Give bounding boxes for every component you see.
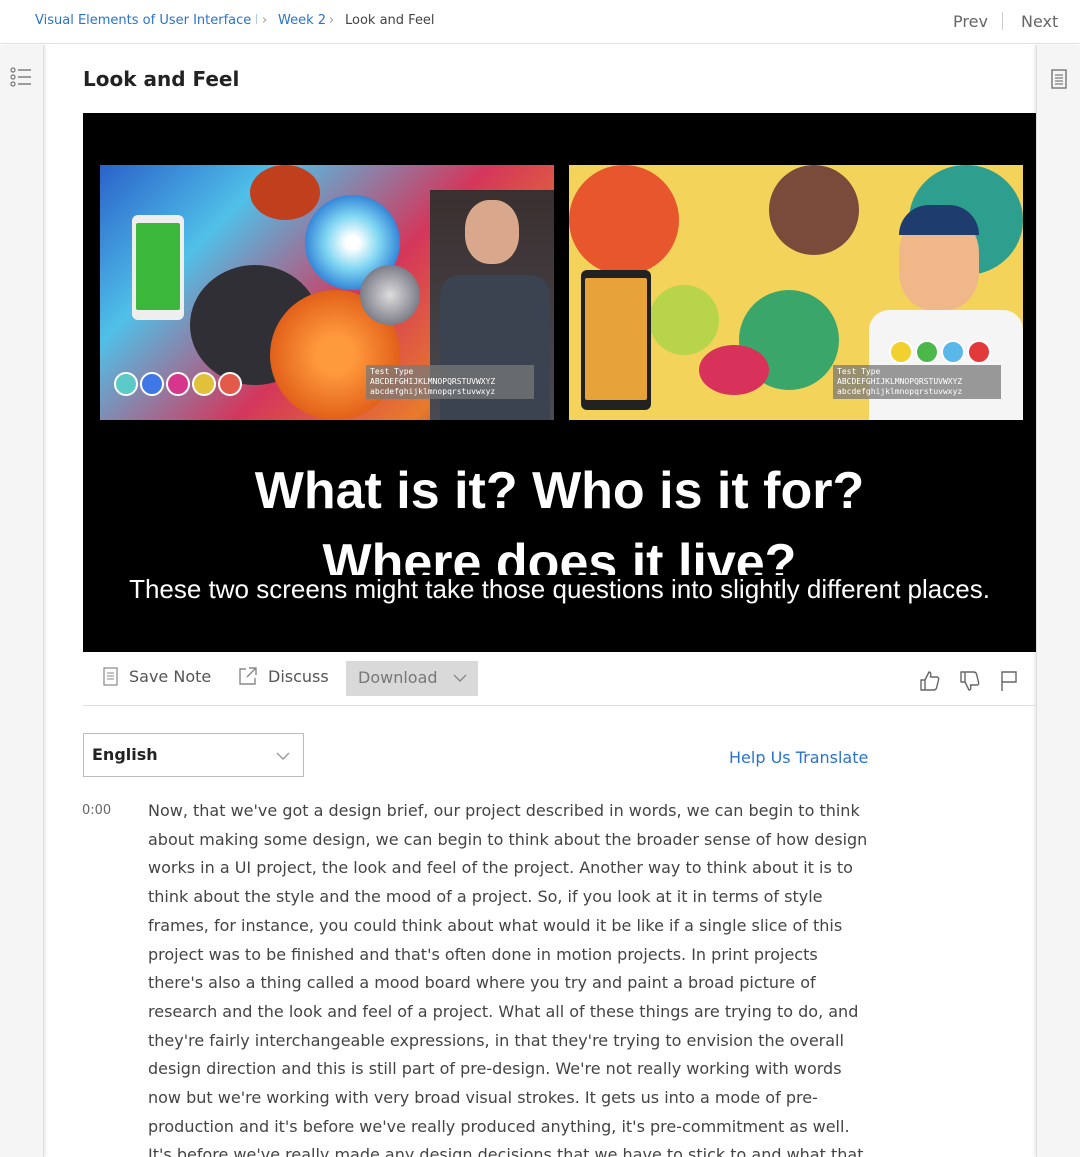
page-title: Look and Feel xyxy=(83,67,240,91)
chevron-right-icon: › xyxy=(329,13,335,28)
swatch xyxy=(218,372,242,396)
phone-screen xyxy=(136,223,180,310)
discuss-label: Discuss xyxy=(268,666,329,686)
swatch xyxy=(140,372,164,396)
transcript-text[interactable]: Now, that we've got a design brief, our … xyxy=(148,797,868,1157)
language-selected: English xyxy=(92,745,158,764)
video-overlay-text: Where does it live? xyxy=(322,534,797,575)
presenter-head xyxy=(465,200,519,264)
breadcrumb-course-link[interactable]: Visual Elements of User Interface De xyxy=(35,13,257,28)
swatch xyxy=(889,340,913,364)
transcript-timestamp[interactable]: 0:00 xyxy=(82,803,111,818)
type-card-line: Test Type xyxy=(837,367,881,376)
language-select[interactable]: English xyxy=(83,733,304,777)
phone-illustration xyxy=(581,270,651,410)
swatch xyxy=(967,340,991,364)
decorative-blob xyxy=(250,165,320,220)
character-hair xyxy=(899,205,979,235)
left-sidebar xyxy=(0,45,44,1157)
discuss-button[interactable]: Discuss xyxy=(238,666,329,686)
swatch xyxy=(941,340,965,364)
external-link-icon xyxy=(239,667,257,685)
note-icon xyxy=(103,667,118,686)
video-overlay-text: What is it? Who is it for? xyxy=(254,462,865,520)
phone-illustration xyxy=(132,215,184,320)
notes-icon[interactable] xyxy=(1051,69,1067,89)
decorative-blob xyxy=(649,285,719,355)
decorative-blob xyxy=(769,165,859,255)
lecture-toolbar: Save Note Discuss Download xyxy=(83,652,1036,706)
style-frame-image-right: Test Type ABCDEFGHIJKLMNOPQRSTUVWXYZ abc… xyxy=(569,165,1023,420)
help-us-translate-link[interactable]: Help Us Translate xyxy=(729,748,868,767)
chevron-down-icon xyxy=(453,674,467,682)
type-card-line: abcdefghijklmnopqrstuvwxyz xyxy=(837,387,963,396)
video-caption: These two screens might take those quest… xyxy=(129,574,990,604)
decorative-blob xyxy=(569,165,679,275)
table-of-contents-icon[interactable] xyxy=(10,67,32,87)
swatch xyxy=(114,372,138,396)
thumbs-up-icon[interactable] xyxy=(919,670,941,692)
chevron-down-icon xyxy=(276,752,290,760)
type-specimen-card: Test Type ABCDEFGHIJKLMNOPQRSTUVWXYZ abc… xyxy=(366,365,534,399)
type-specimen-card: Test Type ABCDEFGHIJKLMNOPQRSTUVWXYZ abc… xyxy=(833,365,1001,399)
top-bar: Visual Elements of User Interface De › W… xyxy=(0,0,1080,44)
swatch xyxy=(192,372,216,396)
save-note-label: Save Note xyxy=(129,666,212,686)
type-card-line: abcdefghijklmnopqrstuvwxyz xyxy=(370,387,496,396)
color-swatches-left xyxy=(114,372,242,396)
decorative-blob xyxy=(699,345,769,395)
phone-screen xyxy=(585,278,647,400)
decorative-blob xyxy=(360,265,420,325)
chevron-right-icon: › xyxy=(262,13,268,28)
video-player[interactable]: Test Type ABCDEFGHIJKLMNOPQRSTUVWXYZ abc… xyxy=(83,113,1036,652)
type-card-line: Test Type xyxy=(370,367,414,376)
thumbs-down-icon[interactable] xyxy=(959,670,981,692)
download-label: Download xyxy=(358,668,438,687)
color-swatches-right xyxy=(889,340,991,364)
style-frame-image-left: Test Type ABCDEFGHIJKLMNOPQRSTUVWXYZ abc… xyxy=(100,165,554,420)
next-button[interactable]: Next xyxy=(1021,12,1058,31)
breadcrumb-current: Look and Feel xyxy=(345,13,435,28)
prev-button[interactable]: Prev xyxy=(953,12,988,31)
breadcrumb-week-link[interactable]: Week 2 xyxy=(278,13,326,28)
nav-divider xyxy=(1002,12,1003,30)
right-sidebar xyxy=(1036,45,1080,1157)
swatch xyxy=(915,340,939,364)
type-card-line: ABCDEFGHIJKLMNOPQRSTUVWXYZ xyxy=(370,377,496,386)
type-card-line: ABCDEFGHIJKLMNOPQRSTUVWXYZ xyxy=(837,377,963,386)
download-dropdown[interactable]: Download xyxy=(346,661,478,696)
save-note-button[interactable]: Save Note xyxy=(103,666,211,686)
flag-icon[interactable] xyxy=(999,670,1019,692)
swatch xyxy=(166,372,190,396)
